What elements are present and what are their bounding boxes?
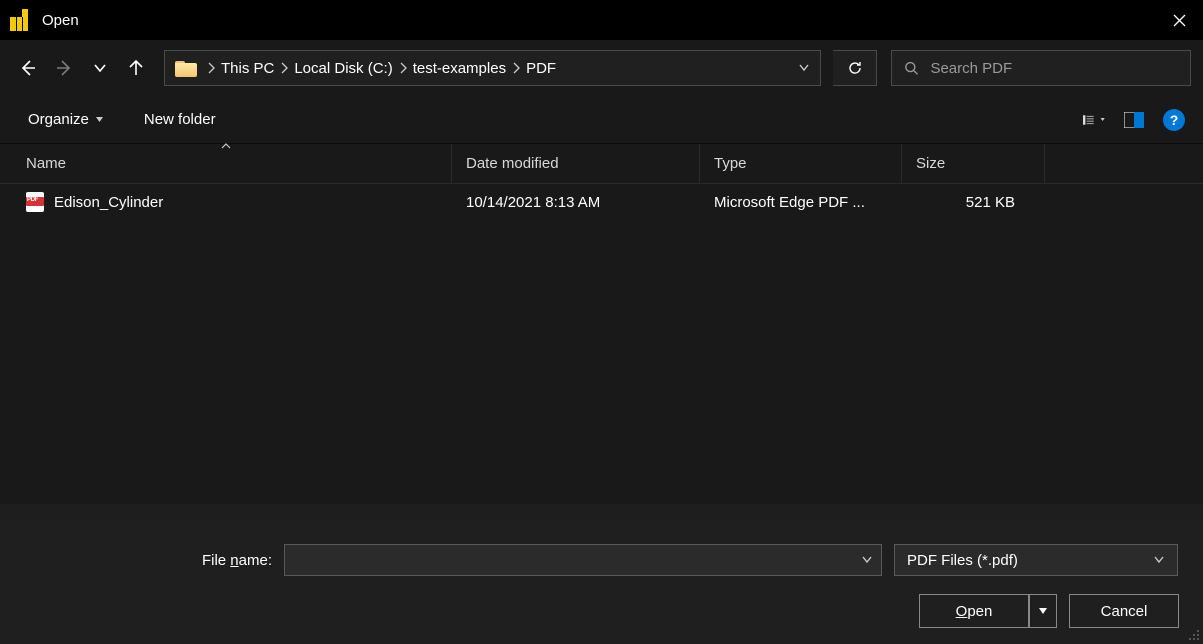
up-button[interactable] <box>120 52 152 84</box>
filename-input[interactable] <box>293 552 861 569</box>
arrow-left-icon <box>18 58 38 78</box>
title-bar: Open <box>0 0 1203 40</box>
filename-combobox[interactable] <box>284 544 882 576</box>
file-name-cell: Edison_Cylinder <box>0 192 452 212</box>
toolbar: Organize New folder ? <box>0 96 1203 144</box>
column-header-name[interactable]: Name <box>0 144 452 183</box>
new-folder-button[interactable]: New folder <box>134 105 226 134</box>
chevron-down-icon <box>861 554 873 566</box>
breadcrumb-test-examples[interactable]: test-examples <box>409 60 510 77</box>
help-icon-label: ? <box>1170 112 1179 128</box>
app-icon <box>10 9 28 31</box>
file-name: Edison_Cylinder <box>54 194 163 211</box>
view-options-button[interactable] <box>1083 110 1105 130</box>
filename-history-button[interactable] <box>861 554 873 566</box>
triangle-down-icon <box>1038 606 1048 616</box>
arrow-up-icon <box>126 58 146 78</box>
chevron-right-icon[interactable] <box>205 62 217 74</box>
preview-pane-icon <box>1124 112 1144 128</box>
breadcrumb-local-disk[interactable]: Local Disk (C:) <box>290 60 396 77</box>
window-title: Open <box>42 12 79 29</box>
refresh-icon <box>847 60 863 76</box>
folder-icon <box>175 59 197 77</box>
cancel-button[interactable]: Cancel <box>1069 594 1179 628</box>
column-header-date[interactable]: Date modified <box>452 144 700 183</box>
breadcrumb-this-pc[interactable]: This PC <box>217 60 278 77</box>
organize-label: Organize <box>28 111 89 128</box>
search-input[interactable] <box>930 60 1178 77</box>
file-type-cell: Microsoft Edge PDF ... <box>700 194 902 211</box>
chevron-down-icon <box>95 115 104 124</box>
filetype-select[interactable]: PDF Files (*.pdf) <box>894 544 1178 576</box>
sort-ascending-icon <box>221 143 231 149</box>
open-dropdown-button[interactable] <box>1029 594 1057 628</box>
column-headers: Name Date modified Type Size <box>0 144 1203 184</box>
chevron-right-icon[interactable] <box>278 62 290 74</box>
chevron-down-icon <box>1100 115 1105 124</box>
resize-grip-icon <box>1188 629 1200 641</box>
new-folder-label: New folder <box>144 111 216 128</box>
help-button[interactable]: ? <box>1163 109 1185 131</box>
arrow-right-icon <box>54 58 74 78</box>
details-view-icon <box>1083 112 1094 128</box>
button-row: Open Cancel <box>24 594 1179 628</box>
preview-pane-button[interactable] <box>1123 110 1145 130</box>
file-date-cell: 10/14/2021 8:13 AM <box>452 194 700 211</box>
address-bar[interactable]: This PC Local Disk (C:) test-examples PD… <box>164 50 821 86</box>
filename-row: File name: PDF Files (*.pdf) <box>24 544 1179 576</box>
search-box[interactable] <box>891 50 1191 86</box>
close-button[interactable] <box>1155 0 1203 40</box>
chevron-down-icon <box>93 61 107 75</box>
file-size-cell: 521 KB <box>902 194 1045 211</box>
file-list: Edison_Cylinder 10/14/2021 8:13 AM Micro… <box>0 184 1203 504</box>
back-button[interactable] <box>12 52 44 84</box>
chevron-down-icon <box>798 62 810 74</box>
chevron-down-icon <box>1153 554 1165 566</box>
breadcrumb-pdf[interactable]: PDF <box>522 60 560 77</box>
recent-locations-button[interactable] <box>84 52 116 84</box>
column-header-size[interactable]: Size <box>902 144 1045 183</box>
organize-button[interactable]: Organize <box>18 105 114 134</box>
chevron-right-icon[interactable] <box>510 62 522 74</box>
toolbar-right: ? <box>1083 109 1185 131</box>
close-icon <box>1173 14 1186 27</box>
resize-grip[interactable] <box>1188 629 1200 641</box>
chevron-right-icon[interactable] <box>397 62 409 74</box>
pdf-file-icon <box>26 192 44 212</box>
filename-label: File name: <box>24 552 272 569</box>
search-icon <box>904 60 918 76</box>
column-header-type[interactable]: Type <box>700 144 902 183</box>
refresh-button[interactable] <box>833 50 877 86</box>
open-button[interactable]: Open <box>919 594 1029 628</box>
navigation-bar: This PC Local Disk (C:) test-examples PD… <box>0 40 1203 96</box>
open-split-button: Open <box>919 594 1057 628</box>
file-row[interactable]: Edison_Cylinder 10/14/2021 8:13 AM Micro… <box>0 184 1203 220</box>
address-history-button[interactable] <box>788 62 820 74</box>
footer-panel: File name: PDF Files (*.pdf) Open Cancel <box>0 520 1203 644</box>
filetype-label: PDF Files (*.pdf) <box>907 552 1018 569</box>
forward-button[interactable] <box>48 52 80 84</box>
